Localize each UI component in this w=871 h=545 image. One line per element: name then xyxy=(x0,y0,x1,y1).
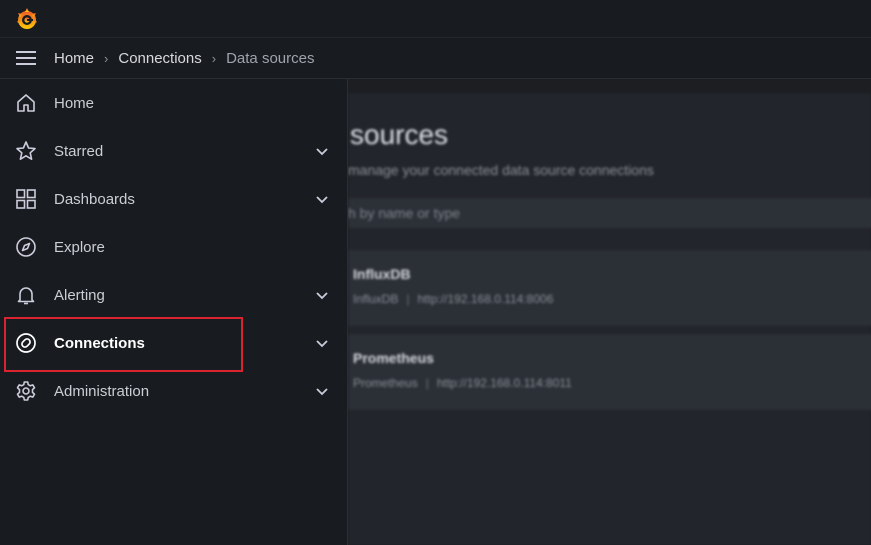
search-placeholder: h by name or type xyxy=(348,205,461,221)
cog-icon xyxy=(14,379,38,403)
breadcrumb-separator-icon: › xyxy=(104,50,109,66)
sidebar-item-label: Alerting xyxy=(54,286,105,304)
hamburger-icon xyxy=(16,51,36,65)
datasource-meta: InfluxDB | http://192.168.0.114:8006 xyxy=(353,292,554,306)
datasource-name: InfluxDB xyxy=(353,266,411,282)
sidebar-item-label: Administration xyxy=(54,382,150,400)
compass-icon xyxy=(14,235,38,259)
sidebar-item-administration[interactable]: Administration xyxy=(0,367,348,415)
chevron-down-icon[interactable] xyxy=(312,333,332,353)
datasource-type: Prometheus xyxy=(353,376,418,390)
apps-icon xyxy=(14,187,38,211)
breadcrumb-connections[interactable]: Connections xyxy=(118,50,201,67)
datasource-url: http://192.168.0.114:8006 xyxy=(417,292,554,306)
sidebar-item-label: Starred xyxy=(54,142,104,160)
datasource-url: http://192.168.0.114:8011 xyxy=(436,376,572,390)
grafana-logo-icon[interactable] xyxy=(14,6,40,32)
breadcrumb-data-sources: Data sources xyxy=(226,49,315,67)
chevron-down-icon[interactable] xyxy=(312,285,332,305)
chevron-down-icon[interactable] xyxy=(312,381,332,401)
sidebar-item-explore[interactable]: Explore xyxy=(0,223,348,271)
data-sources-page: sources manage your connected data sourc… xyxy=(348,93,871,545)
main-content: sources manage your connected data sourc… xyxy=(348,79,871,545)
home-icon xyxy=(14,91,38,115)
breadcrumb: Home › Connections › Data sources xyxy=(54,50,314,67)
search-input[interactable]: h by name or type xyxy=(348,198,871,228)
breadcrumb-bar: Home › Connections › Data sources xyxy=(0,38,871,79)
sidebar-item-label: Explore xyxy=(54,238,105,256)
datasource-name: Prometheus xyxy=(353,350,434,366)
breadcrumb-home[interactable]: Home xyxy=(54,50,94,67)
connections-icon xyxy=(14,331,38,355)
sidebar-item-label: Connections xyxy=(54,334,145,352)
sidebar-item-connections[interactable]: Connections xyxy=(0,319,348,367)
sidebar-item-label: Home xyxy=(54,94,95,112)
sidebar-item-starred[interactable]: Starred xyxy=(0,127,348,175)
sidebar-item-home[interactable]: Home xyxy=(0,79,348,127)
star-icon xyxy=(14,139,38,163)
breadcrumb-separator-icon: › xyxy=(211,50,217,66)
sidebar-item-dashboards[interactable]: Dashboards xyxy=(0,175,348,223)
datasource-type: InfluxDB xyxy=(353,292,399,306)
page-title: sources xyxy=(350,119,449,150)
sidebar-item-alerting[interactable]: Alerting xyxy=(0,271,348,319)
chevron-down-icon[interactable] xyxy=(312,141,332,161)
sidebar-item-label: Dashboards xyxy=(54,190,135,208)
menu-toggle-button[interactable] xyxy=(14,46,38,70)
page-subtitle: manage your connected data source connec… xyxy=(348,162,654,178)
datasource-card-influxdb[interactable]: InfluxDB InfluxDB | http://192.168.0.114:8… xyxy=(348,250,871,326)
top-bar xyxy=(0,0,871,38)
sidebar-menu: Home Starred Dashboards Explore Alerting… xyxy=(0,79,348,545)
datasource-meta: Prometheus | http://192.168.0.114:8011 xyxy=(353,376,572,390)
chevron-down-icon[interactable] xyxy=(312,189,332,209)
datasource-card-prometheus[interactable]: Prometheus Prometheus | http://192.168.0.1… xyxy=(348,334,871,410)
bell-icon xyxy=(14,283,38,307)
